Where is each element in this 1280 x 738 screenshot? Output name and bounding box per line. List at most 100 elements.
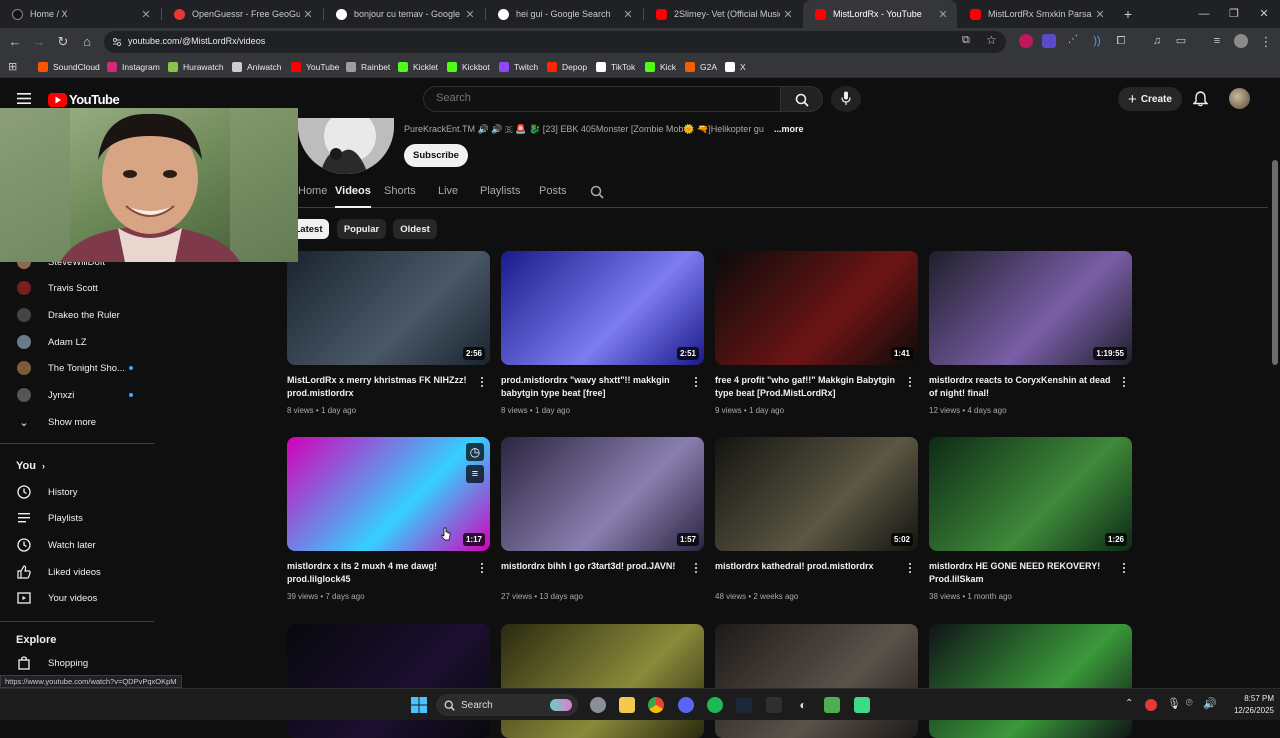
video-title[interactable]: mistlordrx kathedral! prod.mistlordrx	[715, 560, 900, 573]
taskbar-search[interactable]: Search	[436, 694, 578, 716]
restore-icon[interactable]: ❐	[1224, 4, 1244, 24]
sidebar-item-subscription[interactable]: Jynxzi	[0, 384, 154, 406]
sidebar-item-subscription[interactable]: Travis Scott	[0, 277, 154, 299]
bookmark-hurawatch[interactable]: Hurawatch	[168, 61, 224, 73]
browser-menu-icon[interactable]: ⋮	[1256, 32, 1276, 52]
video-more-options-icon[interactable]	[691, 375, 701, 389]
create-button[interactable]: + Create	[1118, 87, 1182, 111]
tray-overflow-icon[interactable]: ⌃	[1125, 698, 1133, 709]
close-tab-icon[interactable]: ✕	[935, 8, 951, 21]
hamburger-menu-icon[interactable]	[17, 93, 31, 104]
file-explorer-icon[interactable]	[619, 697, 635, 713]
app-icon[interactable]: ◐	[795, 697, 811, 713]
video-thumbnail[interactable]: 1:57	[501, 437, 704, 551]
video-more-options-icon[interactable]	[477, 375, 487, 389]
forward-icon[interactable]: →	[29, 32, 49, 52]
add-to-queue-icon[interactable]: ≡	[466, 465, 484, 483]
sidebar-item-history[interactable]: History	[0, 481, 154, 503]
video-more-options-icon[interactable]	[1119, 375, 1129, 389]
browser-tab[interactable]: 2Slimey- Vet (Official Music Vid ✕	[644, 0, 802, 28]
watch-later-icon[interactable]: ◷	[466, 443, 484, 461]
video-more-options-icon[interactable]	[905, 561, 915, 575]
chrome-icon[interactable]	[648, 697, 664, 713]
minimize-icon[interactable]: —	[1194, 4, 1214, 24]
media-control-icon[interactable]: ♫	[1150, 34, 1164, 48]
wifi-icon[interactable]: ⌾	[1186, 697, 1193, 710]
bookmark-instagram[interactable]: Instagram	[107, 61, 160, 73]
tab-posts[interactable]: Posts	[539, 185, 567, 197]
close-tab-icon[interactable]: ✕	[462, 8, 478, 21]
bookmark-tiktok[interactable]: TikTok	[596, 61, 635, 73]
bookmark-rainbet[interactable]: Rainbet	[346, 61, 390, 73]
video-thumbnail[interactable]: 1:26	[929, 437, 1132, 551]
search-button[interactable]	[781, 86, 823, 112]
extensions-puzzle-icon[interactable]: ⧠	[1114, 34, 1128, 48]
search-input[interactable]	[436, 92, 766, 104]
video-more-options-icon[interactable]	[691, 561, 701, 575]
close-tab-icon[interactable]: ✕	[300, 8, 316, 21]
video-more-options-icon[interactable]	[905, 375, 915, 389]
browser-tab[interactable]: hei gui - Google Search ✕	[486, 0, 642, 28]
bookmark-youtube[interactable]: YouTube	[291, 61, 339, 73]
video-title[interactable]: free 4 profit "who gaf!!" Makkgin Babytg…	[715, 374, 900, 400]
bookmark-soundcloud[interactable]: SoundCloud	[38, 61, 100, 73]
tray-app-icon[interactable]	[1145, 699, 1157, 711]
reload-icon[interactable]: ↻	[53, 32, 73, 52]
channel-avatar[interactable]	[298, 118, 394, 174]
windows-start-icon[interactable]	[411, 697, 427, 713]
profile-avatar[interactable]	[1234, 34, 1248, 48]
browser-tab[interactable]: MistLordRx Smxkin Parsa Wizz ✕	[958, 0, 1114, 28]
bookmark-kick[interactable]: Kick	[645, 61, 676, 73]
extension-icon[interactable]: ))	[1090, 34, 1104, 48]
bookmark-g2a[interactable]: G2A	[685, 61, 717, 73]
video-title[interactable]: mistlordrx bihh I go r3tart3d! prod.JAVN…	[501, 560, 686, 573]
bookmark-kickbot[interactable]: Kickbot	[447, 61, 490, 73]
epic-games-icon[interactable]	[766, 697, 782, 713]
video-more-options-icon[interactable]	[1119, 561, 1129, 575]
notifications-bell-icon[interactable]	[1193, 91, 1208, 107]
filter-chip-oldest[interactable]: Oldest	[393, 219, 437, 239]
bookmark-star-icon[interactable]: ☆	[986, 33, 997, 47]
sidebar-item-liked-videos[interactable]: Liked videos	[0, 561, 154, 583]
extension-icon[interactable]: ⋰	[1066, 34, 1080, 48]
close-tab-icon[interactable]: ✕	[620, 8, 636, 21]
video-title[interactable]: mistlordrx reacts to CoryxKenshin at dea…	[929, 374, 1114, 400]
account-avatar[interactable]	[1229, 88, 1250, 109]
reading-list-icon[interactable]: ≡	[1210, 34, 1224, 48]
channel-search-icon[interactable]	[590, 185, 604, 199]
tab-videos[interactable]: Videos	[335, 185, 371, 208]
home-icon[interactable]: ⌂	[77, 32, 97, 52]
sidebar-item-playlists[interactable]: Playlists	[0, 507, 154, 529]
video-title[interactable]: prod.mistlordrx "wavy shxtt"!! makkgin b…	[501, 374, 686, 400]
subscribe-button[interactable]: Subscribe	[404, 144, 468, 167]
extension-icon[interactable]	[1019, 34, 1033, 48]
close-window-icon[interactable]: ✕	[1254, 4, 1274, 24]
video-thumbnail[interactable]	[715, 624, 918, 738]
extension-icon[interactable]	[1042, 34, 1056, 48]
page-scrollbar[interactable]	[1270, 120, 1280, 688]
video-thumbnail[interactable]	[501, 624, 704, 738]
channel-more-link[interactable]: ...more	[774, 124, 804, 134]
browser-tab[interactable]: OpenGuessr - Free GeoGue ✕	[162, 0, 322, 28]
tab-playlists[interactable]: Playlists	[480, 185, 520, 197]
spotify-icon[interactable]	[707, 697, 723, 713]
bookmark-kicklet[interactable]: Kicklet	[398, 61, 438, 73]
video-more-options-icon[interactable]	[477, 561, 487, 575]
video-thumbnail[interactable]	[287, 624, 490, 738]
address-bar[interactable]: youtube.com/@MistLordRx/videos ⧉ ☆	[104, 31, 1006, 53]
sidebar-item-your-videos[interactable]: Your videos	[0, 587, 154, 609]
install-app-icon[interactable]: ⧉	[962, 34, 970, 47]
taskbar-clock[interactable]: 8:57 PM 12/26/2025	[1224, 693, 1274, 717]
android-studio-icon[interactable]	[854, 697, 870, 713]
video-thumbnail[interactable]	[929, 624, 1132, 738]
filter-chip-popular[interactable]: Popular	[337, 219, 386, 239]
discord-icon[interactable]	[678, 697, 694, 713]
video-thumbnail[interactable]: 2:51	[501, 251, 704, 365]
video-thumbnail[interactable]: 2:56	[287, 251, 490, 365]
apps-grid-icon[interactable]: ⊞	[8, 60, 17, 73]
sidebar-item-watch-later[interactable]: Watch later	[0, 534, 154, 556]
scrollbar-thumb[interactable]	[1272, 160, 1278, 365]
video-thumbnail[interactable]: 1:41	[715, 251, 918, 365]
site-info-icon[interactable]	[112, 37, 122, 47]
side-panel-icon[interactable]: ▭	[1174, 34, 1188, 48]
